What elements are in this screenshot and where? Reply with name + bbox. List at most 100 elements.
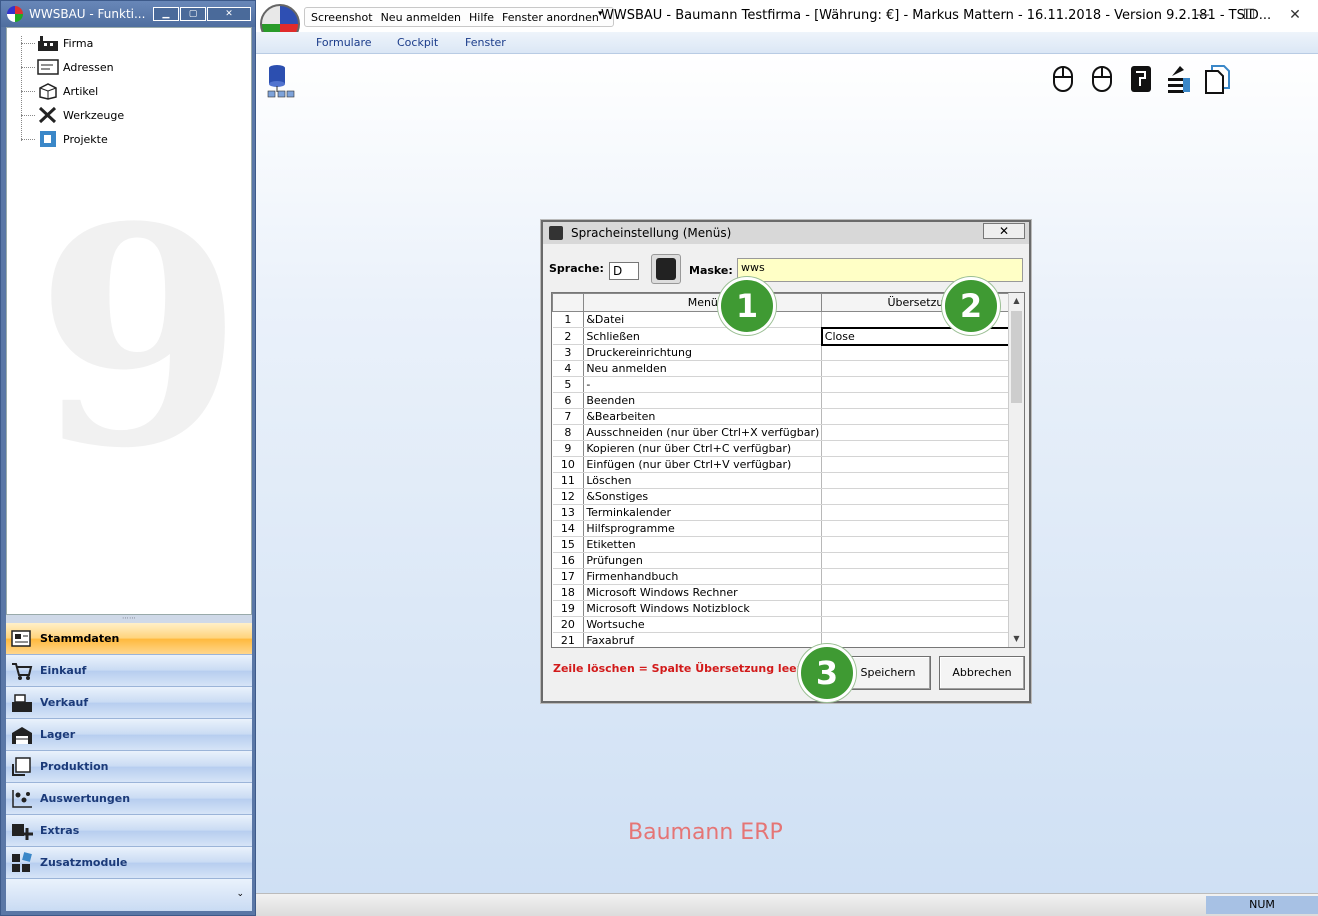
table-row[interactable]: 12 &Sonstiges [552,488,1024,505]
table-row[interactable]: 19 Microsoft Windows Notizblock [552,600,1024,617]
module-einkauf[interactable]: Einkauf [6,655,252,687]
menu-text-cell[interactable]: Beenden [583,392,823,409]
main-maximize-button[interactable]: ☐ [1226,0,1272,30]
translation-cell[interactable] [821,632,1024,647]
table-row[interactable]: 6 Beenden [552,392,1024,409]
translation-cell[interactable] [821,472,1024,489]
network-tools-icon[interactable] [1166,64,1192,94]
table-row[interactable]: 10 Einfügen (nur über Ctrl+V verfügbar) [552,456,1024,473]
menu-text-cell[interactable]: - [583,376,823,393]
module-zusatzmodule[interactable]: Zusatzmodule [6,847,252,879]
menu-text-cell[interactable]: &Sonstiges [583,488,823,505]
table-row[interactable]: 18 Microsoft Windows Rechner [552,584,1024,601]
table-row[interactable]: 13 Terminkalender [552,504,1024,521]
column-header-menu[interactable]: Menü [583,293,823,312]
maximize-button[interactable]: ▢ [180,7,206,21]
translation-cell[interactable] [821,344,1024,361]
menu-text-cell[interactable]: Hilfsprogramme [583,520,823,537]
module-auswertungen[interactable]: Auswertungen [6,783,252,815]
table-row[interactable]: 17 Firmenhandbuch [552,568,1024,585]
sprache-field[interactable]: D [609,262,639,280]
scrollbar-thumb[interactable] [1011,311,1022,403]
grid-vertical-scrollbar[interactable]: ▲ ▼ [1008,293,1024,647]
quick-neu-anmelden[interactable]: Neu anmelden [381,11,461,24]
translation-cell[interactable] [821,392,1024,409]
table-row[interactable]: 21 Faxabruf [552,632,1024,647]
translation-cell[interactable] [821,568,1024,585]
translation-cell[interactable] [821,552,1024,569]
dialog-titlebar[interactable]: Spracheinstellung (Menüs) [543,222,1029,244]
translation-cell[interactable] [821,376,1024,393]
ribbon-cockpit[interactable]: Cockpit [397,36,438,49]
table-row[interactable]: 3 Druckereinrichtung [552,344,1024,361]
table-row[interactable]: 7 &Bearbeiten [552,408,1024,425]
ribbon-fenster[interactable]: Fenster [465,36,506,49]
menu-text-cell[interactable]: Wortsuche [583,616,823,633]
table-row[interactable]: 16 Prüfungen [552,552,1024,569]
menu-text-cell[interactable]: Druckereinrichtung [583,344,823,361]
menu-text-cell[interactable]: Schließen [583,327,823,345]
dialog-close-button[interactable]: ✕ [983,223,1025,239]
table-row[interactable]: 5- [552,376,1024,393]
translation-cell[interactable] [821,600,1024,617]
table-row[interactable]: 9 Kopieren (nur über Ctrl+C verfügbar) [552,440,1024,457]
module-produktion[interactable]: Produktion [6,751,252,783]
database-network-icon[interactable] [266,64,296,98]
cancel-button[interactable]: Abbrechen [939,656,1025,690]
quick-fenster-anordnen[interactable]: Fenster anordnen [502,11,599,24]
menu-text-cell[interactable]: Kopieren (nur über Ctrl+C verfügbar) [583,440,823,457]
translation-cell[interactable] [821,520,1024,537]
main-titlebar[interactable]: Screenshot Neu anmelden Hilfe Fenster an… [256,0,1318,44]
translation-cell[interactable] [821,616,1024,633]
language-select-button[interactable] [651,254,681,284]
translation-cell[interactable]: Close [820,326,1024,346]
module-extras[interactable]: Extras [6,815,252,847]
menu-text-cell[interactable]: Microsoft Windows Notizblock [583,600,823,617]
close-button[interactable]: ✕ [207,7,251,21]
table-row[interactable]: 2 Schließen Close [552,326,1024,346]
translation-cell[interactable] [821,488,1024,505]
language-icon[interactable] [1128,64,1154,94]
table-row[interactable]: 8 Ausschneiden (nur über Ctrl+X verfügbar… [552,424,1024,441]
module-list-expand-chevron[interactable]: ⌄ [6,879,252,911]
menu-text-cell[interactable]: Löschen [583,472,823,489]
menu-text-cell[interactable]: Einfügen (nur über Ctrl+V verfügbar) [583,456,823,473]
tree-item-werkzeuge[interactable]: Werkzeuge [37,104,124,126]
menu-text-cell[interactable]: Etiketten [583,536,823,553]
menu-text-cell[interactable]: Firmenhandbuch [583,568,823,585]
menu-text-cell[interactable]: Faxabruf [583,632,823,647]
module-stammdaten[interactable]: Stammdaten [6,623,252,655]
translation-cell[interactable] [821,360,1024,377]
ribbon-formulare[interactable]: Formulare [316,36,372,49]
translation-cell[interactable] [821,408,1024,425]
quick-screenshot[interactable]: Screenshot [311,11,373,24]
mouse-right-icon[interactable] [1089,64,1115,94]
main-minimize-button[interactable]: — [1180,0,1226,30]
menu-text-cell[interactable]: Ausschneiden (nur über Ctrl+X verfügbar) [583,424,823,441]
translation-cell[interactable] [821,584,1024,601]
function-window-titlebar[interactable]: WWSBAU - Funkti... ▁ ▢ ✕ [1,1,255,27]
menu-text-cell[interactable]: &Datei [583,311,823,328]
tree-item-artikel[interactable]: Artikel [37,80,98,102]
module-verkauf[interactable]: Verkauf [6,687,252,719]
menu-text-cell[interactable]: Neu anmelden [583,360,823,377]
tree-item-adressen[interactable]: Adressen [37,56,114,78]
mouse-left-icon[interactable] [1050,64,1076,94]
translation-cell[interactable] [821,424,1024,441]
menu-text-cell[interactable]: Terminkalender [583,504,823,521]
menu-text-cell[interactable]: &Bearbeiten [583,408,823,425]
minimize-button[interactable]: ▁ [153,7,179,21]
scroll-down-arrow-icon[interactable]: ▼ [1009,631,1024,647]
menu-text-cell[interactable]: Prüfungen [583,552,823,569]
tree-item-projekte[interactable]: Projekte [37,128,108,150]
save-button[interactable]: Speichern [845,656,931,690]
tree-item-firma[interactable]: Firma [37,32,93,54]
translation-cell[interactable] [821,504,1024,521]
table-row[interactable]: 11 Löschen [552,472,1024,489]
scroll-up-arrow-icon[interactable]: ▲ [1009,293,1024,309]
menu-text-cell[interactable]: Microsoft Windows Rechner [583,584,823,601]
translation-cell[interactable] [821,536,1024,553]
translation-cell[interactable] [821,440,1024,457]
documents-icon[interactable] [1204,64,1230,94]
table-row[interactable]: 20 Wortsuche [552,616,1024,633]
